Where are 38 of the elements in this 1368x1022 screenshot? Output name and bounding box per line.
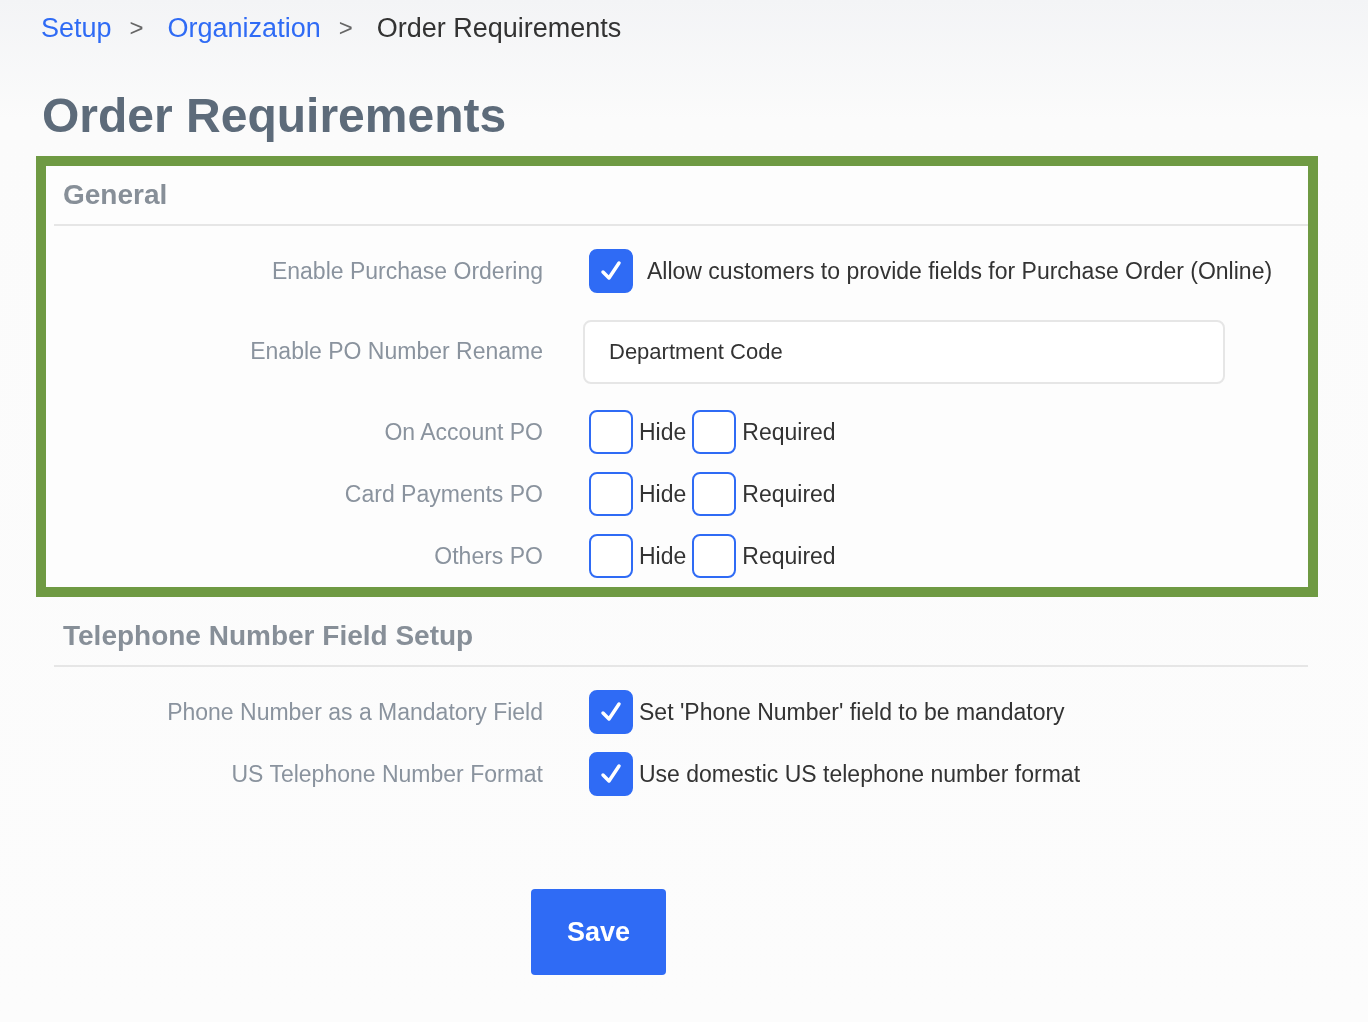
- field-label: Enable PO Number Rename: [249, 338, 543, 365]
- page-title: Order Requirements: [42, 88, 508, 144]
- section-title: General: [62, 178, 169, 212]
- checkbox[interactable]: [589, 690, 633, 734]
- checkbox-label: Allow customers to provide fields for Purchase Order (Online): [647, 257, 1273, 285]
- field-label: Card Payments PO: [343, 480, 543, 508]
- field-label: Others PO: [433, 542, 543, 570]
- checkbox-label: Required: [742, 480, 836, 508]
- checkbox[interactable]: [692, 410, 737, 454]
- checkbox-label: Set 'Phone Number' field to be mandatory: [639, 698, 1065, 726]
- checkbox-label: Use domestic US telephone number format: [639, 760, 1081, 788]
- checkbox[interactable]: [589, 410, 633, 454]
- input-field[interactable]: Department Code: [583, 319, 1225, 384]
- field-label: Phone Number as a Mandatory Field: [166, 698, 543, 726]
- checkmark-icon: [600, 701, 622, 723]
- checkbox-label: Hide: [639, 542, 687, 570]
- checkmark-icon: [600, 260, 622, 282]
- checkbox[interactable]: [589, 249, 633, 293]
- section-title: Telephone Number Field Setup: [62, 619, 475, 653]
- checkbox-label: Hide: [639, 418, 687, 446]
- checkbox-label: Required: [742, 418, 836, 446]
- checkbox[interactable]: [692, 472, 737, 516]
- checkmark-icon: [600, 763, 622, 785]
- checkbox[interactable]: [589, 752, 633, 796]
- checkbox-label: Hide: [639, 480, 687, 508]
- checkbox[interactable]: [692, 534, 737, 578]
- breadcrumb-link[interactable]: Setup: [41, 12, 112, 44]
- breadcrumb-link[interactable]: Organization: [167, 12, 321, 44]
- field-label: On Account PO: [383, 418, 543, 446]
- save-button[interactable]: Save: [531, 889, 666, 975]
- breadcrumb-separator: >: [129, 14, 144, 42]
- field-label: Enable Purchase Ordering: [270, 257, 543, 285]
- field-label: US Telephone Number Format: [230, 760, 543, 788]
- checkbox-label: Required: [742, 542, 836, 570]
- checkbox[interactable]: [589, 472, 633, 516]
- checkbox[interactable]: [589, 534, 633, 578]
- current-page-text: Order Requirements: [376, 12, 622, 44]
- breadcrumb-separator: >: [338, 14, 353, 42]
